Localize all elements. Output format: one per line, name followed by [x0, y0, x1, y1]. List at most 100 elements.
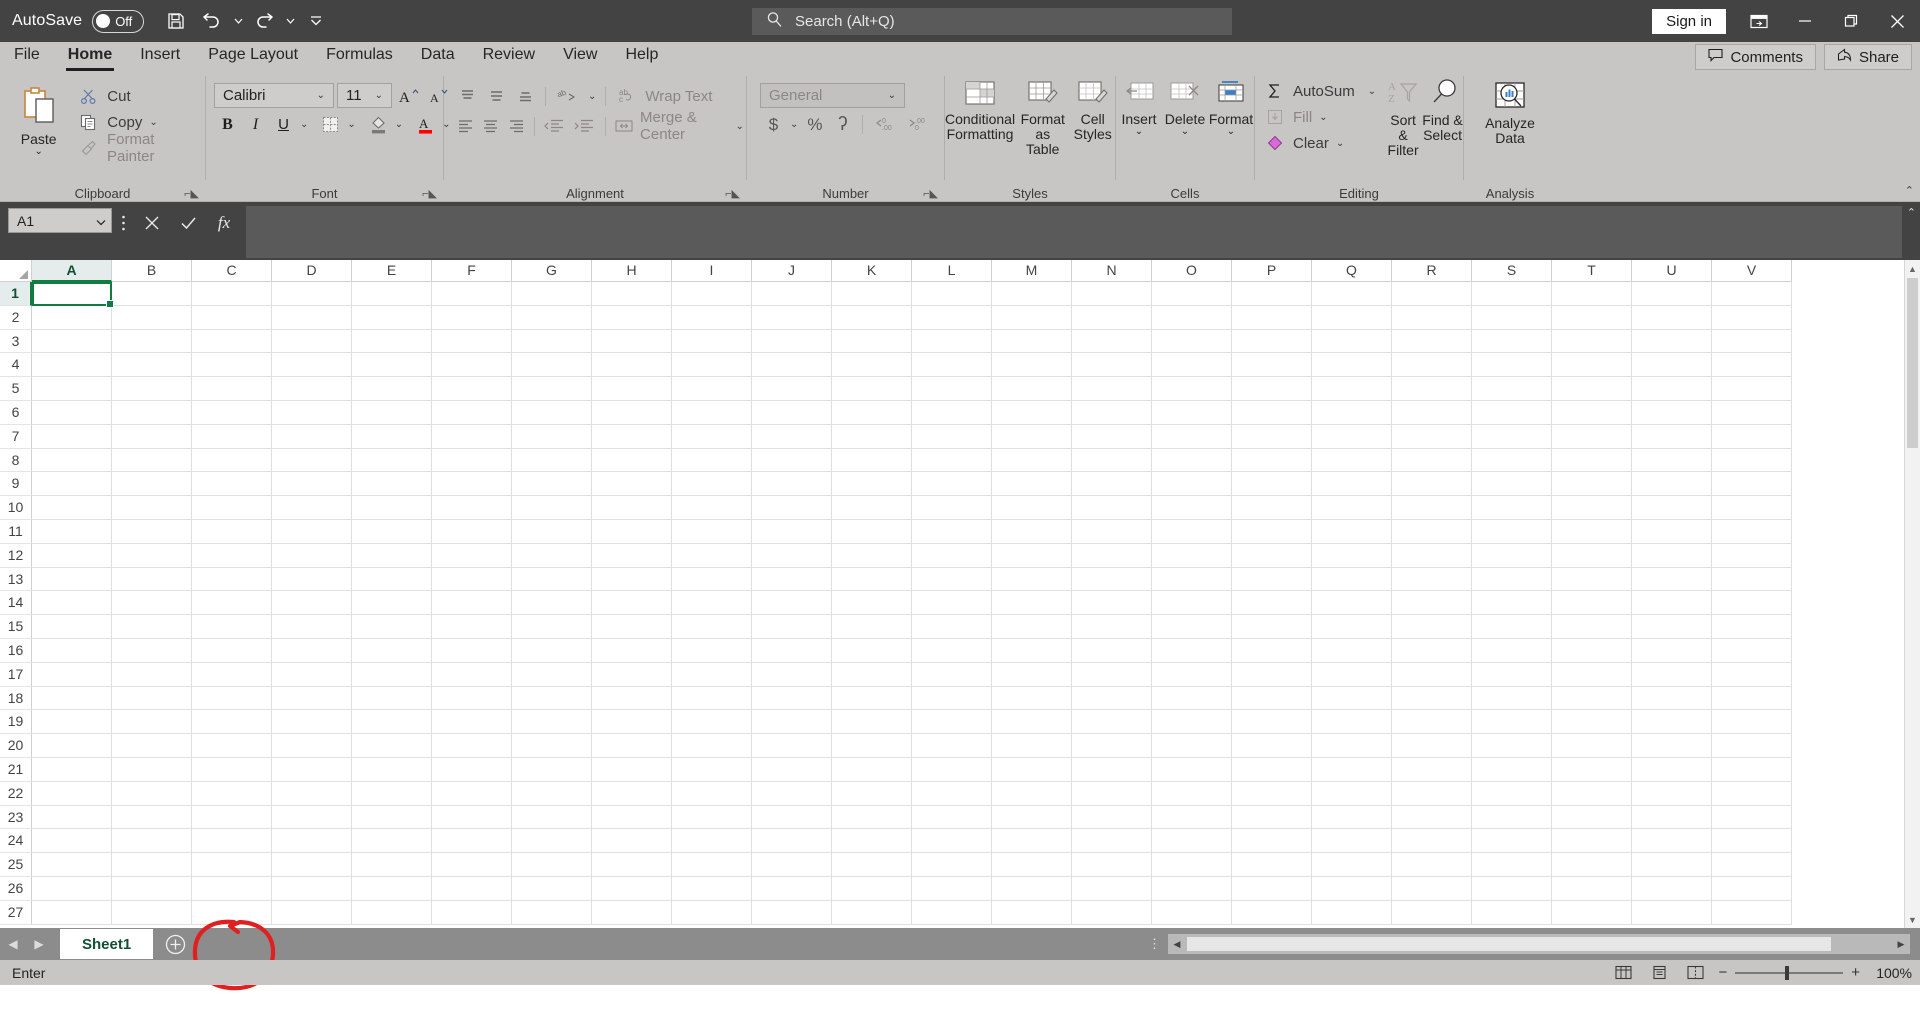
cell-G24[interactable] [512, 829, 592, 854]
cell-M8[interactable] [992, 448, 1072, 473]
cell-H27[interactable] [592, 900, 672, 925]
column-header-L[interactable]: L [912, 260, 992, 282]
cell-F20[interactable] [432, 734, 512, 758]
cell-A25[interactable] [32, 853, 112, 877]
cell-B19[interactable] [112, 710, 192, 735]
cell-D10[interactable] [272, 496, 352, 520]
cell-J4[interactable] [752, 353, 832, 378]
cell-O3[interactable] [1152, 329, 1232, 354]
cell-N12[interactable] [1072, 543, 1152, 568]
select-all-icon[interactable] [0, 260, 32, 282]
cell-H18[interactable] [592, 686, 672, 711]
row-header-10[interactable]: 10 [0, 496, 32, 520]
cell-G25[interactable] [512, 853, 592, 877]
cell-O5[interactable] [1152, 377, 1232, 401]
cell-E13[interactable] [352, 567, 432, 592]
cell-R25[interactable] [1392, 853, 1472, 877]
cell-Q23[interactable] [1312, 805, 1392, 830]
column-header-V[interactable]: V [1712, 260, 1792, 282]
cell-F15[interactable] [432, 615, 512, 639]
cell-N9[interactable] [1072, 472, 1152, 497]
cell-B13[interactable] [112, 567, 192, 592]
cell-S21[interactable] [1472, 757, 1552, 782]
cell-U14[interactable] [1632, 591, 1712, 616]
cell-L7[interactable] [912, 424, 992, 449]
cell-M7[interactable] [992, 424, 1072, 449]
cell-O16[interactable] [1152, 638, 1232, 663]
cell-S16[interactable] [1472, 638, 1552, 663]
cell-J14[interactable] [752, 591, 832, 616]
cell-D25[interactable] [272, 853, 352, 877]
cell-M10[interactable] [992, 496, 1072, 520]
bold-button[interactable]: B [214, 112, 241, 137]
cell-T23[interactable] [1552, 805, 1632, 830]
cell-R10[interactable] [1392, 496, 1472, 520]
cell-C7[interactable] [192, 424, 272, 449]
cell-R3[interactable] [1392, 329, 1472, 354]
delete-cells-button[interactable]: Delete ⌄ [1162, 76, 1208, 137]
cell-O21[interactable] [1152, 757, 1232, 782]
cell-C27[interactable] [192, 900, 272, 925]
share-button[interactable]: Share [1823, 44, 1912, 70]
cell-A11[interactable] [32, 519, 112, 544]
cell-P13[interactable] [1232, 567, 1312, 592]
cell-L6[interactable] [912, 400, 992, 425]
row-header-25[interactable]: 25 [0, 853, 32, 877]
cell-I10[interactable] [672, 496, 752, 520]
increase-decimal-icon[interactable]: 0.00 [869, 112, 901, 137]
cell-S22[interactable] [1472, 781, 1552, 806]
cell-H12[interactable] [592, 543, 672, 568]
cell-R24[interactable] [1392, 829, 1472, 854]
cell-K26[interactable] [832, 876, 912, 901]
cell-F11[interactable] [432, 519, 512, 544]
column-header-T[interactable]: T [1552, 260, 1632, 282]
cell-H19[interactable] [592, 710, 672, 735]
cell-R1[interactable] [1392, 282, 1472, 306]
cell-U20[interactable] [1632, 734, 1712, 758]
cell-L26[interactable] [912, 876, 992, 901]
cell-H2[interactable] [592, 305, 672, 330]
cell-Q8[interactable] [1312, 448, 1392, 473]
cell-K14[interactable] [832, 591, 912, 616]
cell-C21[interactable] [192, 757, 272, 782]
font-size-input[interactable]: 11 ⌄ [337, 83, 392, 108]
row-header-12[interactable]: 12 [0, 543, 32, 568]
cell-K11[interactable] [832, 519, 912, 544]
fill-dropdown-icon[interactable]: ⌄ [1317, 112, 1329, 123]
cell-M19[interactable] [992, 710, 1072, 735]
cell-N5[interactable] [1072, 377, 1152, 401]
close-icon[interactable] [1874, 0, 1920, 42]
font-size-dropdown-icon[interactable]: ⌄ [373, 90, 385, 101]
cell-B25[interactable] [112, 853, 192, 877]
row-header-21[interactable]: 21 [0, 757, 32, 782]
cell-K20[interactable] [832, 734, 912, 758]
cell-R14[interactable] [1392, 591, 1472, 616]
column-header-A[interactable]: A [32, 260, 112, 282]
cell-S20[interactable] [1472, 734, 1552, 758]
align-bottom-icon[interactable] [512, 84, 539, 109]
cell-A22[interactable] [32, 781, 112, 806]
cell-L8[interactable] [912, 448, 992, 473]
cell-R15[interactable] [1392, 615, 1472, 639]
cut-button[interactable]: Cut [75, 83, 205, 109]
cell-K9[interactable] [832, 472, 912, 497]
cell-Q18[interactable] [1312, 686, 1392, 711]
fx-icon[interactable]: fx [206, 208, 242, 237]
zoom-knob[interactable] [1785, 965, 1790, 980]
cell-U5[interactable] [1632, 377, 1712, 401]
cell-O1[interactable] [1152, 282, 1232, 306]
cell-H21[interactable] [592, 757, 672, 782]
cell-F8[interactable] [432, 448, 512, 473]
cell-V26[interactable] [1712, 876, 1792, 901]
orientation-dropdown-icon[interactable]: ⌄ [586, 91, 598, 102]
cell-O22[interactable] [1152, 781, 1232, 806]
cell-L5[interactable] [912, 377, 992, 401]
clear-button[interactable]: Clear ⌄ [1261, 130, 1378, 156]
cell-E18[interactable] [352, 686, 432, 711]
cell-K27[interactable] [832, 900, 912, 925]
row-header-15[interactable]: 15 [0, 615, 32, 639]
cell-T13[interactable] [1552, 567, 1632, 592]
column-header-C[interactable]: C [192, 260, 272, 282]
cell-F25[interactable] [432, 853, 512, 877]
cell-A4[interactable] [32, 353, 112, 378]
